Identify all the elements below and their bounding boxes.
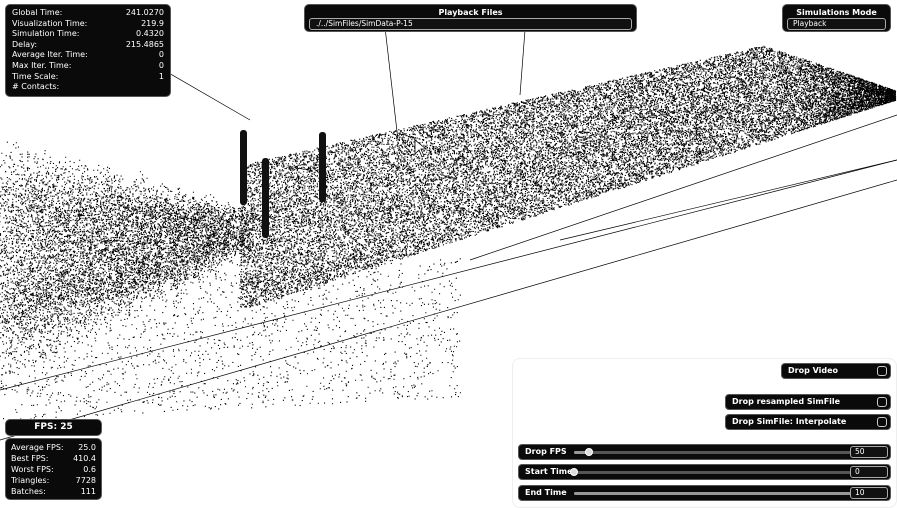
- post: [319, 132, 326, 202]
- drop-fps-value[interactable]: 50: [850, 446, 888, 458]
- stat-row: Average FPS: 25.0: [11, 442, 96, 453]
- drop-fps-handle[interactable]: [584, 448, 593, 456]
- drop-video-checkbox[interactable]: Drop Video: [781, 363, 891, 379]
- end-time-label: End Time: [525, 488, 567, 497]
- drop-resampled-check-box[interactable]: [877, 397, 887, 407]
- stat-label: Batches:: [11, 487, 46, 496]
- stat-row: Batches: 111: [11, 486, 96, 497]
- drop-fps-track[interactable]: [574, 448, 867, 456]
- simulation-mode-panel: Simulations Mode Playback: [782, 4, 891, 32]
- drop-resampled-checkbox[interactable]: Drop resampled SimFile: [725, 394, 891, 410]
- end-time-track[interactable]: [574, 489, 871, 497]
- drop-interpolate-label: Drop SimFile: Interpolate: [732, 417, 847, 426]
- stat-label: Time Scale:: [12, 71, 59, 81]
- stat-row: Best FPS: 410.4: [11, 453, 96, 464]
- end-time-value[interactable]: 10: [850, 487, 888, 499]
- simulation-mode-select[interactable]: Playback: [787, 18, 886, 30]
- start-time-value[interactable]: 0: [850, 466, 888, 478]
- stat-label: Average Iter. Time:: [12, 50, 88, 60]
- simulation-mode-title: Simulations Mode: [796, 8, 877, 17]
- drop-fps-label: Drop FPS: [525, 447, 567, 456]
- stat-row: Average Iter. Time: 0: [12, 50, 164, 61]
- timing-stats-panel: Global Time: 241.0270 Visualization Time: 2…: [5, 4, 171, 97]
- stat-value: 0: [158, 60, 164, 70]
- stat-row: Global Time: 241.0270: [12, 8, 164, 19]
- drop-video-label: Drop Video: [788, 366, 839, 375]
- start-time-slider[interactable]: Start Time 0: [518, 464, 891, 480]
- stat-row: Simulation Time: 0.4320: [12, 29, 164, 40]
- stat-value: 1: [158, 71, 164, 81]
- stat-label: Best FPS:: [11, 454, 49, 463]
- drop-resampled-label: Drop resampled SimFile: [732, 397, 841, 406]
- fps-header: FPS: 25: [5, 419, 102, 436]
- playback-files-title: Playback Files: [438, 8, 503, 17]
- drop-fps-slider[interactable]: Drop FPS 50: [518, 444, 891, 460]
- stat-row: Max Iter. Time: 0: [12, 61, 164, 72]
- drop-interpolate-checkbox[interactable]: Drop SimFile: Interpolate: [725, 414, 891, 430]
- playback-files-panel: Playback Files ./../SimFiles/SimData-P-1…: [304, 4, 637, 32]
- stat-label: Delay:: [12, 39, 38, 49]
- start-time-track[interactable]: [570, 468, 867, 476]
- stat-label: Simulation Time:: [12, 29, 80, 39]
- stat-label: Visualization Time:: [12, 18, 88, 28]
- stat-label: Average FPS:: [11, 443, 64, 452]
- stat-value: 0.4320: [136, 29, 164, 39]
- stat-label: # Contacts:: [12, 82, 60, 92]
- stat-value: 241.0270: [125, 8, 164, 17]
- playback-file-select[interactable]: ./../SimFiles/SimData-P-15: [309, 18, 632, 30]
- stat-value: 25.0: [78, 443, 96, 452]
- drop-video-check-box[interactable]: [877, 366, 887, 376]
- post: [262, 158, 269, 238]
- stat-value: 0: [158, 50, 164, 60]
- stat-value: 7728: [75, 476, 96, 485]
- start-time-handle[interactable]: [570, 468, 578, 476]
- post: [240, 130, 247, 205]
- stat-label: Global Time:: [12, 8, 63, 17]
- fps-stats-panel: Average FPS: 25.0 Best FPS: 410.4 Worst FPS:…: [5, 438, 102, 500]
- end-time-slider[interactable]: End Time 10: [518, 485, 891, 501]
- stat-value: 0.6: [83, 465, 96, 474]
- stat-label: Triangles:: [11, 476, 50, 485]
- stat-value: 111: [80, 487, 96, 496]
- drop-interpolate-check-box[interactable]: [877, 417, 887, 427]
- stat-row: Delay: 215.4865: [12, 40, 164, 51]
- stat-row: Visualization Time: 219.9: [12, 19, 164, 30]
- start-time-label: Start Time: [525, 467, 573, 476]
- stat-row: Time Scale: 1: [12, 72, 164, 83]
- stat-row: Triangles: 7728: [11, 475, 96, 486]
- stat-value: 219.9: [141, 18, 164, 28]
- stat-row: Worst FPS: 0.6: [11, 464, 96, 475]
- stat-value: 410.4: [73, 454, 96, 463]
- stat-value: 215.4865: [125, 39, 164, 49]
- stat-label: Max Iter. Time:: [12, 60, 72, 70]
- stat-row: # Contacts:: [12, 82, 164, 93]
- stat-label: Worst FPS:: [11, 465, 54, 474]
